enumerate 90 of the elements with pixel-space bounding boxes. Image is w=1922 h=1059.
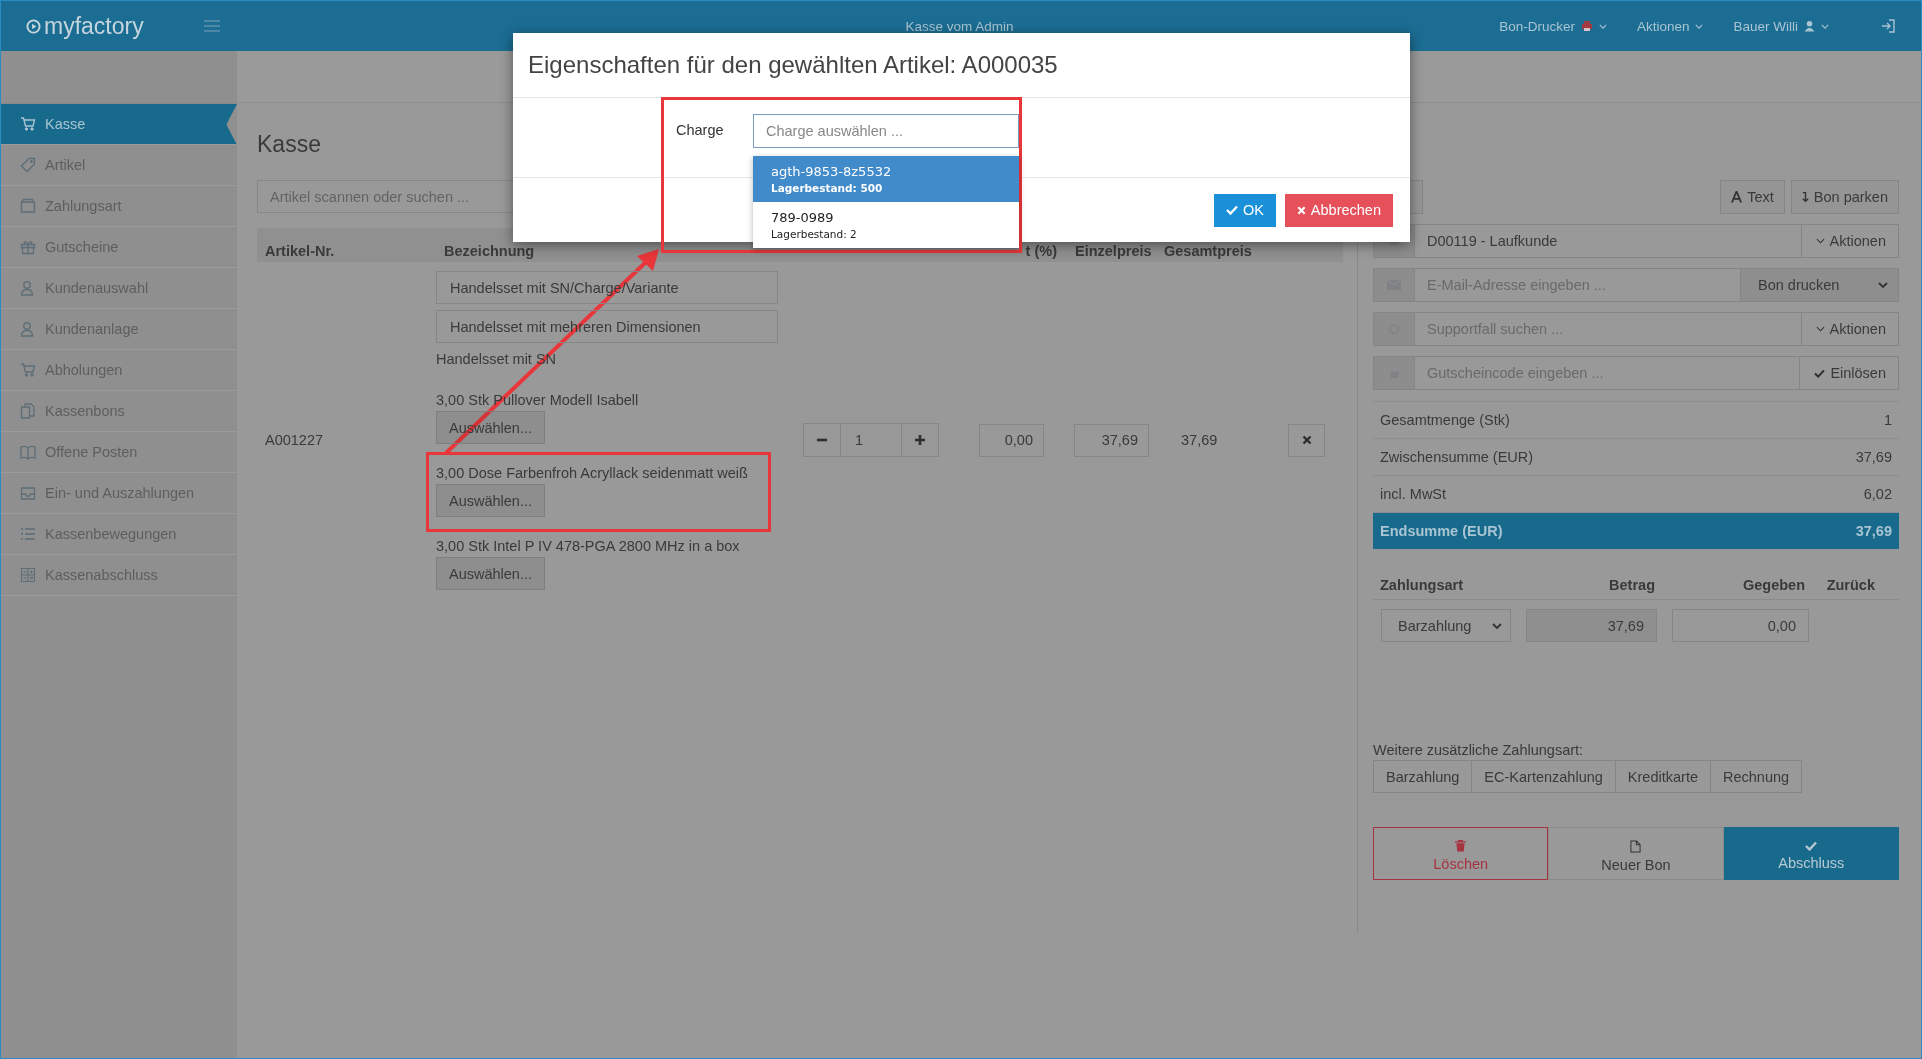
actions-button[interactable]: Aktionen — [1800, 224, 1899, 258]
payment-method-select[interactable]: Barzahlung — [1381, 609, 1511, 642]
trash-icon — [1455, 840, 1467, 852]
check-icon — [1225, 205, 1238, 215]
given-field[interactable]: 0,00 — [1672, 609, 1809, 642]
top-menu[interactable]: Aktionen — [1636, 18, 1704, 34]
column-header: Bezeichnung — [443, 243, 536, 259]
list-icon — [20, 526, 36, 542]
extra-payment-label: Weitere zusätzliche Zahlungsart: — [1373, 742, 1585, 758]
delete-button[interactable]: Löschen — [1373, 827, 1549, 880]
page-title: Kasse vom Admin — [904, 18, 1015, 34]
payment-method-button[interactable]: EC-Kartenzahlung — [1471, 760, 1616, 793]
document-icon — [1630, 839, 1642, 853]
column-header: Artikel-Nr. — [264, 243, 336, 259]
column-header: Zahlungsart — [1380, 577, 1464, 593]
ok-button[interactable]: OK — [1213, 193, 1276, 227]
top-menu[interactable]: Bon-Drucker — [1499, 18, 1607, 34]
chevron-down-icon — [1815, 238, 1825, 244]
quantity-field[interactable]: 1 — [840, 424, 902, 456]
field-label: Charge — [676, 122, 725, 138]
customer-field[interactable]: D00119 - Laufkunde — [1415, 224, 1801, 258]
arrow-down-icon — [1801, 191, 1809, 203]
dialog-title: Eigenschaften für den gewählten Artikel: A000035 — [528, 51, 1058, 79]
total-value: 37,69 — [1855, 523, 1892, 539]
total-label: Gesamtmenge (Stk) — [1380, 412, 1510, 428]
close-icon — [1296, 205, 1306, 215]
redeem-button[interactable]: Einlösen — [1799, 356, 1899, 390]
caret-icon — [1598, 23, 1607, 29]
gift-icon — [20, 239, 36, 255]
total-value: 37,69 — [1855, 449, 1892, 465]
amount-field[interactable]: 37,69 — [1526, 609, 1657, 642]
batch-select-field[interactable]: Charge auswählen ... — [753, 114, 1019, 148]
payment-method-button[interactable]: Kreditkarte — [1614, 760, 1711, 793]
quantity-stepper[interactable]: 1 — [803, 423, 939, 457]
caret-icon — [1695, 23, 1704, 29]
column-header: Einzelpreis — [1074, 243, 1153, 259]
print-dropdown[interactable]: Bon drucken — [1740, 268, 1899, 302]
total-label: Zwischensumme (EUR) — [1380, 449, 1534, 465]
plus-icon — [914, 434, 926, 446]
printer-icon — [1580, 20, 1593, 32]
select-button[interactable]: Auswählen... — [436, 557, 546, 590]
cancel-button[interactable]: Abbrechen — [1284, 193, 1393, 227]
app-logo: myfactory — [44, 12, 144, 40]
wallet-icon — [20, 198, 36, 214]
check-icon — [1805, 841, 1818, 851]
column-header: t (%) — [1024, 243, 1058, 259]
chevron-down-icon — [1492, 622, 1502, 629]
total-price: 37,69 — [1180, 432, 1219, 448]
total-label: Endsumme (EUR) — [1380, 523, 1503, 539]
logout-icon[interactable] — [1881, 19, 1895, 33]
unit-price-field[interactable]: 37,69 — [1074, 423, 1149, 457]
discount-field[interactable]: 0,00 — [979, 423, 1044, 457]
top-menu[interactable]: Bauer Willi — [1733, 18, 1829, 34]
set-item-label: 3,00 Dose Farbenfroh Acryllack seidenmatt weiß — [436, 465, 748, 481]
close-icon — [1301, 435, 1312, 445]
finish-button[interactable]: Abschluss — [1723, 827, 1899, 880]
dropdown-option[interactable]: 789-0989 Lagerbestand: 2 — [753, 202, 1019, 248]
play-circle-icon — [26, 18, 41, 34]
tag-icon — [20, 157, 36, 173]
remove-button[interactable] — [1288, 423, 1325, 457]
documents-icon — [20, 403, 36, 419]
caret-icon — [1821, 23, 1829, 29]
payment-method-button[interactable]: Barzahlung — [1373, 760, 1473, 793]
set-item-label: 3,00 Stk Intel P IV 478-PGA 2800 MHz in a box — [436, 538, 740, 554]
total-label: incl. MwSt — [1380, 486, 1447, 502]
select-button[interactable]: Auswählen... — [436, 484, 546, 517]
column-header: Gesamtpreis — [1163, 243, 1253, 259]
page-heading: Kasse — [257, 131, 321, 158]
park-button[interactable]: Bon parken — [1790, 180, 1899, 214]
text-button[interactable]: Text — [1720, 180, 1785, 214]
column-header: Gegeben — [1741, 577, 1805, 593]
actions-button[interactable]: Aktionen — [1800, 312, 1899, 346]
chevron-down-icon — [1815, 326, 1825, 332]
cart-icon — [20, 362, 36, 378]
payment-method-button[interactable]: Rechnung — [1710, 760, 1803, 793]
article-number: A001227 — [264, 432, 325, 448]
calculator-icon — [20, 567, 36, 583]
chevron-down-icon — [1878, 282, 1888, 288]
dropdown-option[interactable]: agth-9853-8z5532 Lagerbestand: 500 — [753, 156, 1019, 202]
total-value: 6,02 — [1863, 486, 1892, 502]
book-icon — [20, 444, 36, 460]
check-icon — [1814, 368, 1826, 378]
cart-icon — [20, 116, 36, 132]
column-header: Zurück — [1825, 577, 1875, 593]
new-receipt-button[interactable]: Neuer Bon — [1548, 827, 1724, 880]
total-value: 1 — [1883, 412, 1892, 428]
sidebar-item[interactable]: Kasse — [1, 104, 237, 145]
inbox-icon — [20, 485, 36, 501]
column-header: Betrag — [1608, 577, 1655, 593]
font-icon — [1731, 191, 1743, 203]
